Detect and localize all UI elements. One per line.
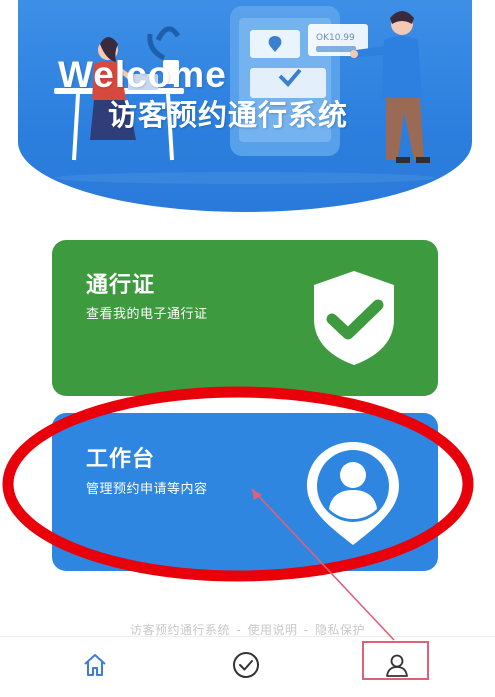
user-location-pin-icon <box>303 439 403 553</box>
footer-separator: - <box>236 623 242 637</box>
pass-card[interactable]: 通行证 查看我的电子通行证 <box>52 240 438 396</box>
workbench-card-subtitle: 管理预约申请等内容 <box>86 482 208 497</box>
tab-me[interactable] <box>377 645 417 685</box>
system-title: 访客预约通行系统 <box>108 98 349 132</box>
tab-check[interactable] <box>226 645 266 685</box>
tab-home[interactable] <box>75 645 115 685</box>
workbench-card[interactable]: 工作台 管理预约申请等内容 <box>52 413 438 571</box>
home-icon <box>84 654 106 676</box>
footer-system-link[interactable]: 访客预约通行系统 <box>130 623 230 637</box>
phone-screen-text: OK10.99 <box>316 33 355 43</box>
bottom-tab-bar <box>0 636 495 697</box>
pass-card-title: 通行证 <box>86 273 156 298</box>
app-screen: OK10.99 Welcome 访客预约通行系统 通行证 查看我的电子通行证 工… <box>0 0 495 697</box>
welcome-heading: Welcome <box>58 54 227 95</box>
shield-check-icon <box>304 267 404 371</box>
workbench-card-title: 工作台 <box>86 447 156 472</box>
header-banner: OK10.99 Welcome 访客预约通行系统 <box>18 0 472 212</box>
footer-privacy-link[interactable]: 隐私保护 <box>315 623 365 637</box>
user-icon <box>386 654 408 677</box>
pass-card-subtitle: 查看我的电子通行证 <box>86 307 208 322</box>
check-circle-icon <box>233 652 259 678</box>
footer-manual-link[interactable]: 使用说明 <box>247 623 297 637</box>
footer-separator: - <box>303 623 309 637</box>
